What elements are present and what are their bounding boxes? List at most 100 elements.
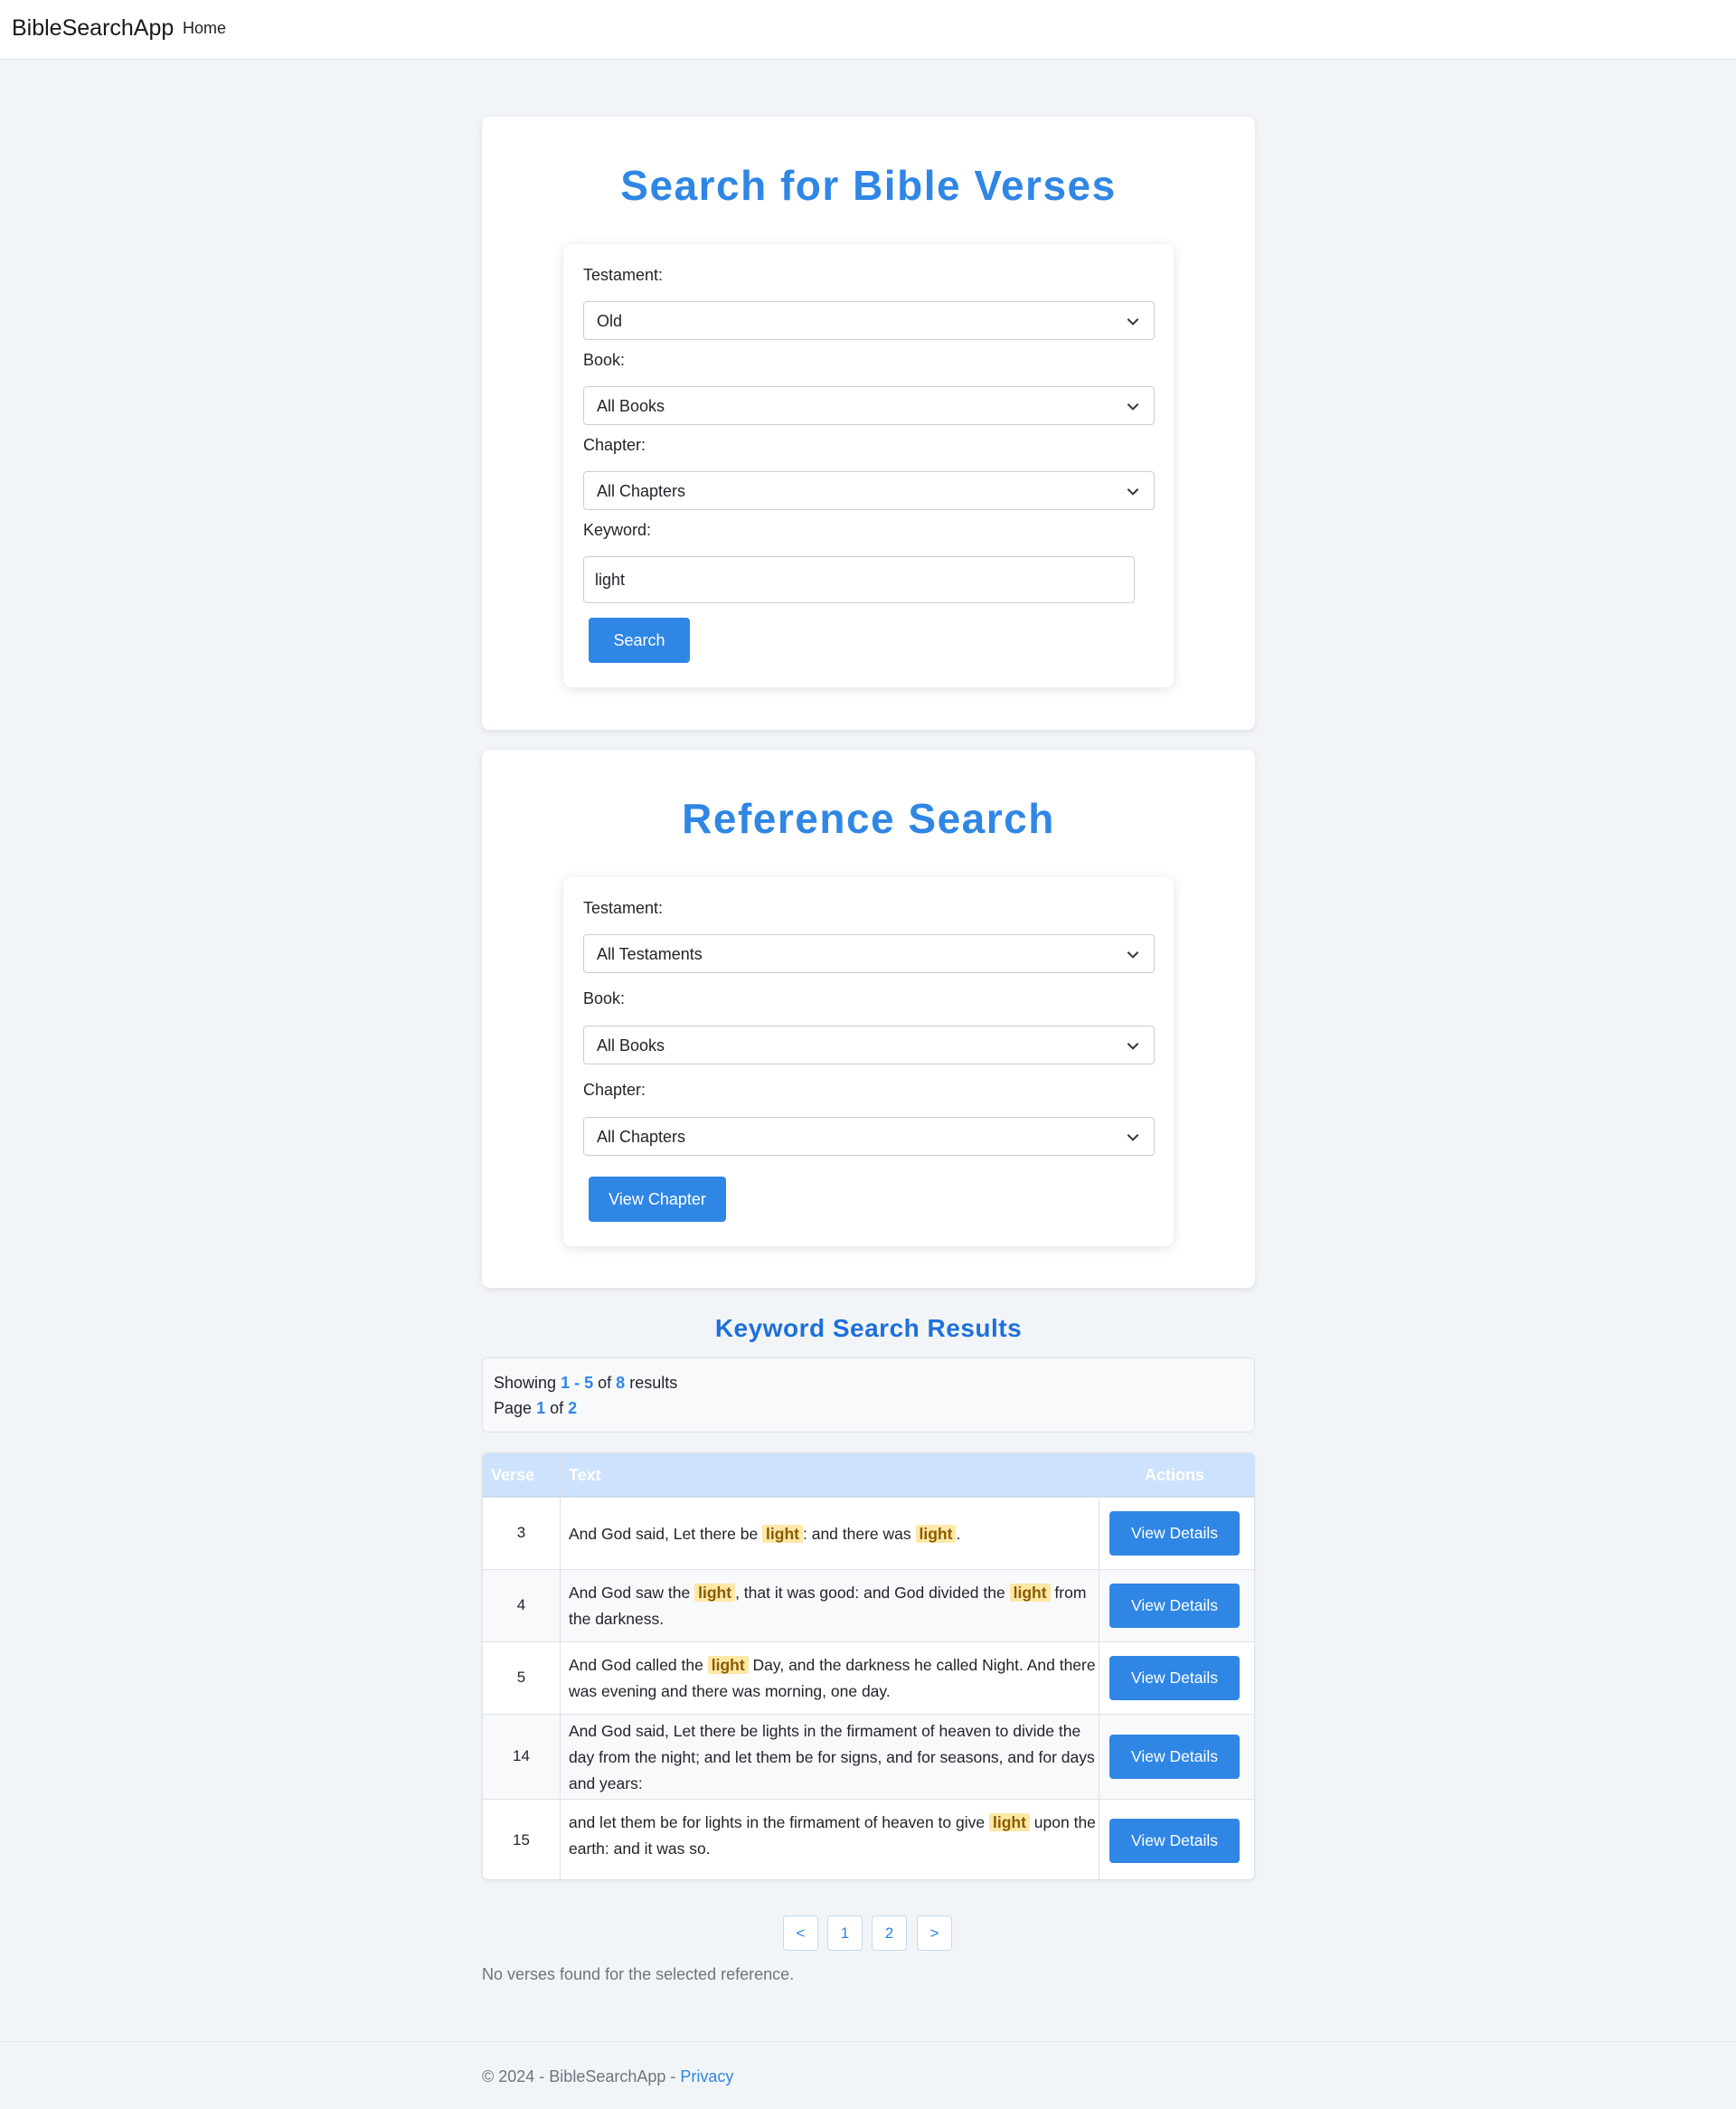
results-summary: Showing 1 - 5 of 8 results Page 1 of 2 xyxy=(482,1357,1255,1433)
keyword-input-value: light xyxy=(595,571,626,589)
verse-text-segment: And God said, Let there be xyxy=(569,1525,763,1543)
view-details-button[interactable]: View Details xyxy=(1109,1584,1240,1628)
verse-text: And God called the light Day, and the da… xyxy=(569,1652,1102,1705)
testament-select[interactable]: Old xyxy=(583,301,1155,340)
footer-text: © 2024 - BibleSearchApp - xyxy=(482,2067,681,2085)
chevron-down-icon xyxy=(1127,488,1139,496)
verse-text-segment: and let them be for lights in the firmam… xyxy=(569,1813,989,1831)
pagination-page-2[interactable]: 2 xyxy=(872,1915,907,1951)
chevron-down-icon xyxy=(1127,403,1139,411)
reference-search-title: Reference Search xyxy=(682,795,1055,842)
ref-testament-label: Testament: xyxy=(583,899,664,917)
keyword-highlight: light xyxy=(707,1656,749,1674)
table-row: 14 And God said, Let there be lights in t… xyxy=(483,1714,1254,1799)
verse-number: 15 xyxy=(513,1830,530,1849)
pagination-page-1[interactable]: 1 xyxy=(827,1915,863,1951)
chapter-select-value: All Chapters xyxy=(597,482,686,500)
verse-search-card: Search for Bible Verses Testament: Old B… xyxy=(482,117,1255,730)
range-end: 5 xyxy=(584,1374,594,1392)
chevron-down-icon xyxy=(1127,1043,1139,1050)
page-total: 2 xyxy=(568,1399,578,1417)
view-details-button[interactable]: View Details xyxy=(1109,1656,1240,1700)
ref-testament-select-value: All Testaments xyxy=(597,945,703,963)
reference-search-form: Testament: All Testaments Book: All Book… xyxy=(563,877,1174,1246)
col-verse: Verse xyxy=(491,1466,535,1484)
chevron-down-icon xyxy=(1127,318,1139,326)
page-of: of xyxy=(550,1399,564,1417)
verse-text: And God said, Let there be light: and th… xyxy=(569,1521,1102,1547)
verse-number: 14 xyxy=(513,1747,530,1764)
table-row: 5 And God called the light Day, and the d… xyxy=(483,1641,1254,1714)
chapter-label: Chapter: xyxy=(583,436,646,454)
footer: © 2024 - BibleSearchApp - Privacy xyxy=(482,2067,733,2086)
keyword-highlight: light xyxy=(988,1813,1030,1831)
view-details-button[interactable]: View Details xyxy=(1109,1735,1240,1779)
keyword-highlight: light xyxy=(915,1525,957,1543)
showing-prefix: Showing xyxy=(494,1374,557,1392)
pagination-prev[interactable]: < xyxy=(783,1915,818,1951)
verse-text: And God saw the light, that it was good:… xyxy=(569,1580,1102,1632)
testament-label: Testament: xyxy=(583,266,664,284)
verse-text: and let them be for lights in the firmam… xyxy=(569,1810,1102,1862)
verse-text-segment: And God saw the xyxy=(569,1584,695,1602)
verse-number: 4 xyxy=(516,1596,526,1613)
chevron-down-icon xyxy=(1127,1134,1139,1141)
search-button[interactable]: Search xyxy=(589,618,690,663)
verse-text-segment: : and there was xyxy=(802,1525,916,1543)
results-page-line: Page 1 of 2 xyxy=(494,1399,577,1418)
book-label: Book: xyxy=(583,351,626,369)
testament-select-value: Old xyxy=(597,312,623,330)
keyword-highlight: light xyxy=(762,1525,803,1543)
col-actions: Actions xyxy=(1144,1466,1204,1484)
reference-empty-message: No verses found for the selected referen… xyxy=(482,1965,795,1983)
ref-chapter-select[interactable]: All Chapters xyxy=(583,1117,1155,1156)
table-row: 15 and let them be for lights in the firm… xyxy=(483,1799,1254,1879)
range-sep: - xyxy=(574,1374,580,1392)
results-table: Verse Text Actions 3 And God said, Let th… xyxy=(482,1452,1255,1880)
verse-text: And God said, Let there be lights in the… xyxy=(569,1718,1102,1797)
verse-text-segment: . xyxy=(956,1525,961,1543)
page-word: Page xyxy=(494,1399,533,1417)
of-word: of xyxy=(598,1374,612,1392)
book-select[interactable]: All Books xyxy=(583,386,1155,425)
results-showing-line: Showing 1 - 5 of 8 results xyxy=(494,1374,677,1393)
table-header: Verse Text Actions xyxy=(483,1453,1254,1497)
keyword-highlight: light xyxy=(694,1584,736,1602)
range-start: 1 xyxy=(561,1374,571,1392)
brand-link[interactable]: BibleSearchApp xyxy=(12,15,174,42)
verse-number: 5 xyxy=(516,1669,526,1686)
view-chapter-button[interactable]: View Chapter xyxy=(589,1177,726,1222)
table-divider xyxy=(560,1453,561,1879)
footer-divider xyxy=(0,2041,1736,2042)
view-details-button[interactable]: View Details xyxy=(1109,1819,1240,1863)
pagination-next[interactable]: > xyxy=(917,1915,952,1951)
keyword-label: Keyword: xyxy=(583,521,652,539)
book-select-value: All Books xyxy=(597,397,665,415)
verse-text-segment: And God called the xyxy=(569,1656,708,1674)
results-word: results xyxy=(629,1374,678,1392)
table-row: 3 And God said, Let there be light: and t… xyxy=(483,1497,1254,1569)
verse-search-title: Search for Bible Verses xyxy=(620,162,1117,209)
reference-search-card: Reference Search Testament: All Testamen… xyxy=(482,750,1255,1288)
total-count: 8 xyxy=(616,1374,626,1392)
verse-text-segment: , that it was good: and God divided the xyxy=(735,1584,1010,1602)
ref-chapter-label: Chapter: xyxy=(583,1081,646,1099)
nav-home-link[interactable]: Home xyxy=(183,19,226,38)
verse-number: 3 xyxy=(516,1524,526,1541)
verse-text-segment: And God said, Let there be lights in the… xyxy=(569,1722,1095,1792)
view-details-button[interactable]: View Details xyxy=(1109,1511,1240,1556)
ref-book-select[interactable]: All Books xyxy=(583,1026,1155,1064)
keyword-highlight: light xyxy=(1009,1584,1051,1602)
keyword-input[interactable]: light xyxy=(583,556,1135,603)
chapter-select[interactable]: All Chapters xyxy=(583,471,1155,510)
results-title: Keyword Search Results xyxy=(714,1314,1023,1342)
verse-search-form: Testament: Old Book: All Books Chapter: … xyxy=(563,244,1174,687)
ref-book-select-value: All Books xyxy=(597,1036,665,1054)
page-current: 1 xyxy=(536,1399,546,1417)
ref-book-label: Book: xyxy=(583,989,626,1007)
ref-testament-select[interactable]: All Testaments xyxy=(583,934,1155,973)
col-text: Text xyxy=(569,1466,601,1484)
privacy-link[interactable]: Privacy xyxy=(680,2067,733,2085)
chevron-down-icon xyxy=(1127,951,1139,959)
ref-chapter-select-value: All Chapters xyxy=(597,1128,686,1146)
